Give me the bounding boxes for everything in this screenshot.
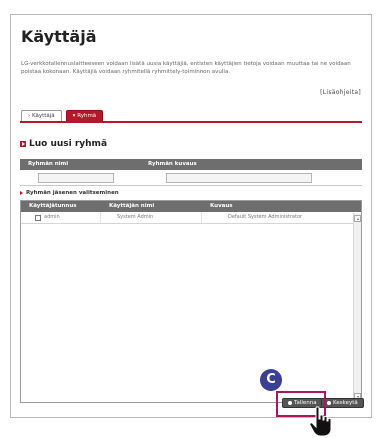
members-table: Käyttäjätunnus Käyttäjän nimi Kuvaus adm… <box>20 200 362 403</box>
member-checkbox[interactable] <box>35 214 41 221</box>
create-group-header: Ryhmän nimi Ryhmän kuvaus <box>20 159 362 170</box>
user-description: Default System Administrator <box>228 214 303 220</box>
cancel-label: Keskeytä <box>333 399 358 406</box>
page-title: Käyttäjä <box>21 27 97 46</box>
page-description: LG-verkkotallennuslaitteeseen voidaan li… <box>21 61 351 75</box>
create-group-table: Ryhmän nimi Ryhmän kuvaus <box>20 159 362 186</box>
column-user-id: Käyttäjätunnus <box>29 203 77 209</box>
more-info-link[interactable]: [Lisäohjeita] <box>320 89 361 96</box>
column-group-description: Ryhmän kuvaus <box>148 161 197 167</box>
table-row[interactable]: admin System Admin Default System Admini… <box>21 212 361 224</box>
group-description-input[interactable] <box>166 173 312 183</box>
user-name: System Admin <box>101 212 202 223</box>
group-name-cell <box>20 170 140 185</box>
members-scrollbar[interactable] <box>353 213 361 402</box>
column-description: Kuvaus <box>210 203 233 209</box>
tab-groups-label: Ryhmä <box>77 113 97 119</box>
create-group-title: Luo uusi ryhmä <box>29 139 108 149</box>
create-group-heading: Luo uusi ryhmä <box>20 139 107 149</box>
members-header: Käyttäjätunnus Käyttäjän nimi Kuvaus <box>21 201 361 212</box>
group-description-cell <box>140 170 362 185</box>
column-group-name: Ryhmän nimi <box>28 161 69 167</box>
members-heading: Ryhmän jäsenen valitseminen <box>20 190 119 196</box>
tab-users-label: Käyttäjä <box>31 113 55 119</box>
user-id: admin <box>44 214 60 220</box>
cancel-dot-icon <box>327 401 331 405</box>
scroll-up-icon[interactable] <box>354 215 361 222</box>
tab-underline <box>20 121 362 123</box>
members-title: Ryhmän jäsenen valitseminen <box>26 190 119 196</box>
arrow-square-icon <box>20 141 26 147</box>
user-id-cell: admin <box>21 212 101 223</box>
callout-badge: C <box>260 369 282 391</box>
triangle-right-icon <box>20 191 23 195</box>
hand-cursor-icon <box>309 406 332 437</box>
column-user-name: Käyttäjän nimi <box>109 203 155 209</box>
create-group-row <box>20 170 362 186</box>
group-name-input[interactable] <box>38 173 114 183</box>
